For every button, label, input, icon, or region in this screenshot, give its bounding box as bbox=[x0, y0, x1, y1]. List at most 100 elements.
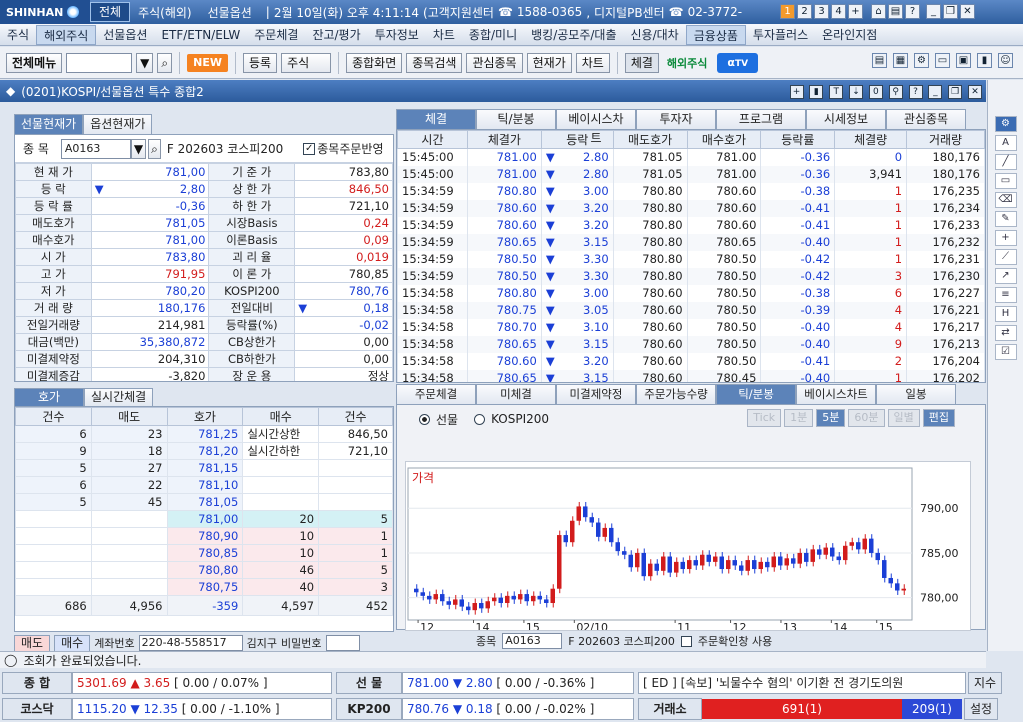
news-ticker[interactable]: [ ED ] [속보] '뇌물수수 혐의' 이기환 전 경기도의원 bbox=[638, 672, 966, 694]
menu-futures[interactable]: 선물옵션 bbox=[96, 25, 154, 45]
ask-row[interactable]: 5 27 781,15 bbox=[15, 459, 393, 477]
ask-price[interactable]: 781,20 bbox=[166, 442, 244, 460]
print-icon[interactable]: ▤ bbox=[888, 4, 903, 19]
text-icon[interactable]: T bbox=[829, 85, 844, 99]
printer-icon[interactable]: ▤ bbox=[872, 53, 887, 68]
menu-banking[interactable]: 뱅킹/공모주/대출 bbox=[524, 25, 623, 45]
tab-chart-5[interactable]: 베이시스차트 bbox=[796, 384, 876, 404]
period-button-5[interactable]: 편집 bbox=[922, 409, 955, 427]
table-row[interactable]: 15:34:58 780.65 ▼ 3.15 780.60 780.45 -0.4… bbox=[397, 369, 985, 382]
index-button[interactable]: 지수 bbox=[968, 672, 1002, 694]
watchlist-button[interactable]: 관심종목 bbox=[466, 52, 523, 73]
bid-row[interactable]: 781,00 20 5 bbox=[15, 510, 393, 528]
account-input[interactable]: 220-48-558517 bbox=[138, 635, 243, 651]
tab-right-5[interactable]: 시세정보 bbox=[806, 109, 886, 129]
overseas-stocks-link[interactable]: 해외주식 bbox=[667, 55, 707, 71]
table-row[interactable]: 15:34:59 780.50 ▼ 3.30 780.80 780.50 -0.4… bbox=[397, 250, 985, 268]
chart-button[interactable]: 차트 bbox=[575, 52, 610, 73]
tab-right-6[interactable]: 관심종목 bbox=[886, 109, 966, 129]
menu-overseas-stocks[interactable]: 해외주식 bbox=[36, 24, 97, 45]
stock-search-button[interactable]: 종목검색 bbox=[406, 52, 463, 73]
tab-orderbook[interactable]: 호가 bbox=[14, 388, 84, 406]
side-h-icon[interactable]: H bbox=[994, 306, 1017, 322]
menu-chart[interactable]: 차트 bbox=[426, 25, 462, 45]
menu-plus[interactable]: 투자플러스 bbox=[746, 25, 815, 45]
ask-row[interactable]: 9 18 781,20 실시간하한 721,10 bbox=[15, 442, 393, 460]
calculator-icon[interactable]: ▦ bbox=[893, 53, 908, 68]
menu-search-input[interactable] bbox=[66, 52, 133, 73]
side-swap-icon[interactable]: ⇄ bbox=[994, 325, 1017, 341]
search-icon[interactable]: ⌕ bbox=[157, 52, 173, 73]
bid-price[interactable]: 780,85 bbox=[166, 544, 244, 562]
menu-orders[interactable]: 주문체결 bbox=[247, 25, 305, 45]
table-row[interactable]: 15:34:59 780.50 ▼ 3.30 780.80 780.50 -0.4… bbox=[397, 267, 985, 285]
side-line-icon[interactable]: ╱ bbox=[994, 154, 1017, 170]
table-row[interactable]: 15:45:00 781.00 ▼ 2.80 781.05 781.00 -0.3… bbox=[397, 165, 985, 183]
gear-icon[interactable]: ⚙ bbox=[914, 53, 929, 68]
register-button[interactable]: 등록 bbox=[243, 52, 278, 73]
minimize-icon[interactable]: _ bbox=[926, 4, 941, 19]
screen-button-1[interactable]: 1 bbox=[780, 4, 795, 19]
table-row[interactable]: 15:34:58 780.75 ▼ 3.05 780.60 780.50 -0.3… bbox=[397, 301, 985, 319]
tab-futures-price[interactable]: 선물현재가 bbox=[14, 114, 84, 134]
current-price-button[interactable]: 현재가 bbox=[526, 52, 572, 73]
top-menu-all[interactable]: 전체 bbox=[90, 2, 131, 22]
side-pen-icon[interactable]: ✎ bbox=[994, 211, 1017, 227]
tab-chart-4[interactable]: 틱/분봉 bbox=[716, 384, 796, 404]
win-minimize-icon[interactable]: _ bbox=[928, 85, 943, 99]
home-icon[interactable]: ⌂ bbox=[871, 4, 886, 19]
ask-row[interactable]: 5 45 781,05 bbox=[15, 493, 393, 511]
tab-realtime-trades[interactable]: 실시간체결 bbox=[84, 388, 154, 406]
top-menu-overseas[interactable]: 주식(해외) bbox=[130, 4, 200, 21]
sell-tab[interactable]: 매도 bbox=[14, 635, 51, 651]
bid-price[interactable]: 780,80 bbox=[166, 561, 244, 579]
table-row[interactable]: 15:34:59 780.60 ▼ 3.20 780.80 780.60 -0.4… bbox=[397, 216, 985, 234]
period-button-2[interactable]: 5분 bbox=[816, 409, 846, 427]
tab-right-1[interactable]: 틱/분봉 bbox=[476, 109, 556, 129]
table-row[interactable]: 15:34:58 780.80 ▼ 3.00 780.60 780.50 -0.3… bbox=[397, 284, 985, 302]
ask-price[interactable]: 781,10 bbox=[166, 476, 244, 494]
side-trend-icon[interactable]: ⟋ bbox=[994, 249, 1017, 265]
add-icon[interactable]: + bbox=[789, 85, 804, 99]
menu-etf[interactable]: ETF/ETN/ELW bbox=[154, 25, 247, 45]
screen-button-3[interactable]: 3 bbox=[814, 4, 829, 19]
tab-right-4[interactable]: 프로그램 bbox=[716, 109, 806, 129]
lock-icon[interactable]: ▮ bbox=[977, 53, 992, 68]
ask-row[interactable]: 6 23 781,25 실시간상한 846,50 bbox=[15, 425, 393, 443]
menu-search-dropdown[interactable]: ▼ bbox=[136, 52, 154, 73]
zero-icon[interactable]: 0 bbox=[868, 85, 883, 99]
overview-button[interactable]: 종합화면 bbox=[346, 52, 403, 73]
win-close-icon[interactable]: ✕ bbox=[968, 85, 982, 99]
tab-chart-3[interactable]: 주문가능수량 bbox=[636, 384, 716, 404]
table-row[interactable]: 15:34:58 780.60 ▼ 3.20 780.60 780.50 -0.4… bbox=[397, 352, 985, 370]
bid-row[interactable]: 780,80 46 5 bbox=[15, 561, 393, 579]
tab-options-price[interactable]: 옵션현재가 bbox=[83, 114, 153, 134]
side-fib-icon[interactable]: ≡ bbox=[994, 287, 1017, 303]
layout-icon[interactable]: ▭ bbox=[935, 53, 950, 68]
code-input[interactable]: A0163 bbox=[60, 138, 131, 159]
tab-chart-2[interactable]: 미결제약정 bbox=[556, 384, 636, 404]
new-badge-button[interactable]: NEW bbox=[187, 53, 228, 72]
screen-button-4[interactable]: 4 bbox=[831, 4, 846, 19]
price-chart[interactable]: 790,00 785,00 780,00 가격 12 14 15 02/10 11 12 13 14 1… bbox=[405, 461, 971, 631]
help-icon[interactable]: ? bbox=[905, 4, 920, 19]
ask-price[interactable]: 781,25 bbox=[166, 425, 244, 443]
user-icon[interactable]: ☺ bbox=[998, 53, 1013, 68]
table-row[interactable]: 15:34:58 780.70 ▼ 3.10 780.60 780.50 -0.4… bbox=[397, 318, 985, 336]
menu-mini[interactable]: 종합/미니 bbox=[462, 25, 524, 45]
bid-price[interactable]: 780,90 bbox=[166, 527, 244, 545]
settings-button[interactable]: 설정 bbox=[964, 698, 998, 720]
side-arrow-icon[interactable]: ↗ bbox=[994, 268, 1017, 284]
side-cross-icon[interactable]: + bbox=[994, 230, 1017, 246]
link-icon[interactable]: ⇣ bbox=[849, 85, 864, 99]
ask-row[interactable]: 6 22 781,10 bbox=[15, 476, 393, 494]
bid-row[interactable]: 780,75 40 3 bbox=[15, 578, 393, 596]
menu-balance[interactable]: 잔고/평가 bbox=[305, 25, 367, 45]
win-restore-icon[interactable]: ❐ bbox=[948, 85, 963, 99]
confirm-checkbox[interactable] bbox=[680, 635, 692, 647]
period-button-0[interactable]: Tick bbox=[747, 409, 782, 427]
tab-right-0[interactable]: 체결 bbox=[396, 109, 476, 129]
table-row[interactable]: 15:34:58 780.65 ▼ 3.15 780.60 780.50 -0.4… bbox=[397, 335, 985, 353]
table-row[interactable]: 15:34:59 780.65 ▼ 3.15 780.80 780.65 -0.4… bbox=[397, 233, 985, 251]
ask-price[interactable]: 781,05 bbox=[166, 493, 244, 511]
